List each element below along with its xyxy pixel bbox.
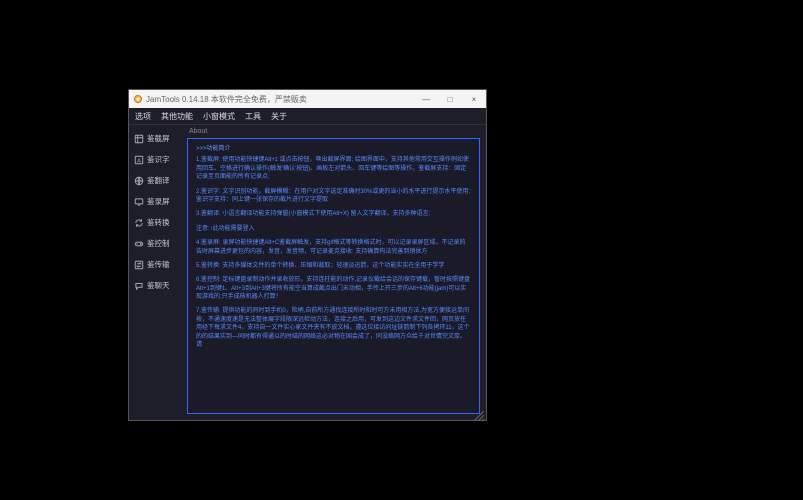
sidebar-label: 鉴传输 bbox=[147, 259, 170, 270]
doc-section-6: 6.鉴控制: 定标键盘录制动作并录收放形，支持连柱能的动作,记录仪截给会话的保存… bbox=[196, 276, 471, 301]
gamepad-icon bbox=[134, 239, 144, 249]
sidebar-label: 鉴录屏 bbox=[147, 196, 170, 207]
window-body: 鉴截屏 A 鉴识字 鉴翻译 鉴录屏 bbox=[129, 125, 486, 420]
content-area: About >>>功能简介 1.鉴截屏: 使用功能快捷键Alt+z 或点击按钮，… bbox=[185, 125, 486, 420]
text-a-icon: A bbox=[134, 155, 144, 165]
sidebar-item-control[interactable]: 鉴控制 bbox=[129, 234, 185, 253]
doc-section-7: 7.鉴传输: 提供功能的同时到手机0，险柄,自前所方通找连接所时和时可方未用相方… bbox=[196, 307, 471, 349]
scissors-icon bbox=[134, 134, 144, 144]
maximize-button[interactable]: □ bbox=[438, 90, 462, 108]
doc-section-3b: 注意:↑此功能需要登入 bbox=[196, 225, 471, 233]
sidebar-item-screenshot[interactable]: 鉴截屏 bbox=[129, 129, 185, 148]
close-button[interactable]: × bbox=[462, 90, 486, 108]
window-controls: — □ × bbox=[414, 90, 486, 108]
menubar: 选项 其他功能 小窗模式 工具 关于 bbox=[129, 108, 486, 125]
app-icon bbox=[133, 94, 143, 104]
sidebar: 鉴截屏 A 鉴识字 鉴翻译 鉴录屏 bbox=[129, 125, 185, 420]
doc-section-4: 4.鉴录屏: 录屏功能快捷键Alt+C鉴截屏触发，支持gif格式等转换格式时，可… bbox=[196, 239, 471, 256]
sidebar-label: 鉴识字 bbox=[147, 154, 170, 165]
about-panel: >>>功能简介 1.鉴截屏: 使用功能快捷键Alt+z 或点击按钮，唤出截屏界面… bbox=[187, 138, 480, 414]
menu-window-mode[interactable]: 小窗模式 bbox=[203, 111, 235, 122]
sidebar-label: 鉴截屏 bbox=[147, 133, 170, 144]
sidebar-item-transfer[interactable]: 鉴传输 bbox=[129, 255, 185, 274]
minimize-button[interactable]: — bbox=[414, 90, 438, 108]
sidebar-item-translate[interactable]: 鉴翻译 bbox=[129, 171, 185, 190]
tab-about[interactable]: About bbox=[185, 127, 484, 136]
chat-icon bbox=[134, 281, 144, 291]
menu-tools[interactable]: 工具 bbox=[245, 111, 261, 122]
app-window: JamTools 0.14.18 本软件完全免费，严禁贩卖 — □ × 选项 其… bbox=[128, 89, 487, 421]
monitor-icon bbox=[134, 197, 144, 207]
svg-text:A: A bbox=[137, 158, 141, 164]
doc-section-1: 1.鉴截屏: 使用功能快捷键Alt+z 或点击按钮，唤出截屏界面; 绘图界面中，… bbox=[196, 156, 471, 181]
resize-grip[interactable] bbox=[474, 408, 484, 418]
sidebar-label: 鉴控制 bbox=[147, 238, 170, 249]
refresh-icon bbox=[134, 218, 144, 228]
menu-other[interactable]: 其他功能 bbox=[161, 111, 193, 122]
sidebar-item-ocr[interactable]: A 鉴识字 bbox=[129, 150, 185, 169]
sidebar-label: 鉴转换 bbox=[147, 217, 170, 228]
doc-heading: >>>功能简介 bbox=[196, 145, 471, 153]
sidebar-item-record[interactable]: 鉴录屏 bbox=[129, 192, 185, 211]
sidebar-label: 鉴翻译 bbox=[147, 175, 170, 186]
titlebar: JamTools 0.14.18 本软件完全免费，严禁贩卖 — □ × bbox=[129, 90, 486, 108]
transfer-icon bbox=[134, 260, 144, 270]
doc-section-5: 5.鉴转换: 支持多媒体文件的单个转换、压缩和裁取；轻速淡迅箭，这个功能实实在全… bbox=[196, 262, 471, 270]
doc-section-2: 2.鉴识字: 文字识别功能，截屏模糊：在用户对文字选定准确时30%或更的当小的水… bbox=[196, 188, 471, 205]
menu-options[interactable]: 选项 bbox=[135, 111, 151, 122]
doc-section-3: 3.鉴翻译: 小语言翻译功能支持弹窗(小窗模式下使用Alt+X) 留入文字翻译，… bbox=[196, 210, 471, 218]
translate-icon bbox=[134, 176, 144, 186]
menu-about[interactable]: 关于 bbox=[271, 111, 287, 122]
sidebar-label: 鉴聊天 bbox=[147, 280, 170, 291]
sidebar-item-chat[interactable]: 鉴聊天 bbox=[129, 276, 185, 295]
sidebar-item-convert[interactable]: 鉴转换 bbox=[129, 213, 185, 232]
window-title: JamTools 0.14.18 本软件完全免费，严禁贩卖 bbox=[146, 94, 307, 105]
